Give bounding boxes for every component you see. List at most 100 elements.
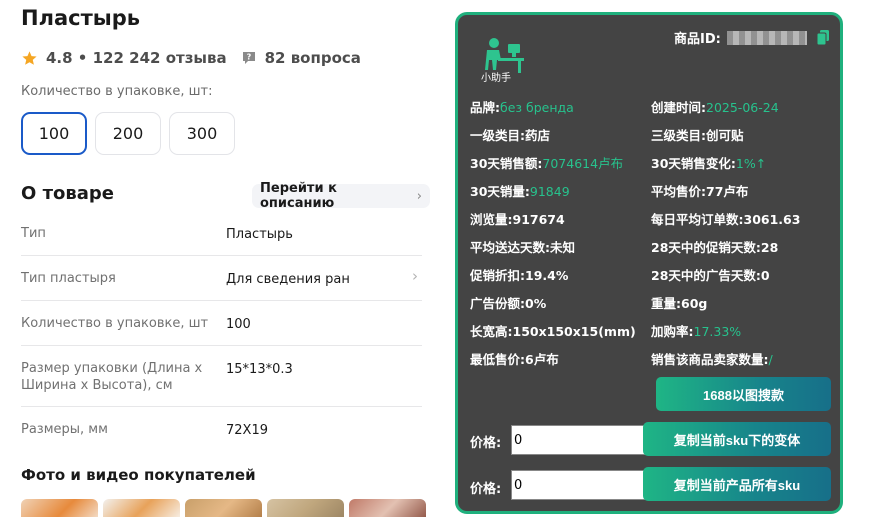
product-info: Пластырь 4.8 • 122 242 отзыва ? 82 вопро… [0, 0, 430, 517]
qty-option-200[interactable]: 200 [95, 112, 161, 155]
price-label-1: 价格: [470, 436, 502, 451]
qty-label: Количество в упаковке, шт: [21, 84, 213, 99]
stat-label: 30天销售额: [470, 156, 543, 171]
stat-label: 28天中的促销天数: [651, 240, 761, 255]
spec-value: 100 [226, 317, 251, 332]
product-id-label: 商品ID: [674, 32, 721, 47]
rating-value: 4.8 [46, 49, 73, 67]
stat-value: 6卢布 [525, 352, 559, 367]
stat-label: 促销折扣: [470, 268, 525, 283]
customer-photos-title: Фото и видео покупателей [21, 466, 256, 484]
stat-value: 150x150x15(mm) [512, 324, 636, 339]
rating-row[interactable]: 4.8 • 122 242 отзыва ? 82 вопроса [21, 48, 361, 68]
stat-label: 30天销量: [470, 184, 530, 199]
product-title: Пластырь [21, 6, 141, 30]
price-input-1[interactable] [511, 425, 646, 455]
stat-sales-change: 30天销售变化:1%↑ [651, 153, 766, 172]
qty-option-100[interactable]: 100 [21, 112, 87, 155]
stat-label: 创建时间: [651, 100, 706, 115]
stat-label: 30天销售变化: [651, 156, 736, 171]
photo-thumbnail[interactable] [103, 499, 180, 517]
spec-key: Тип [21, 226, 46, 241]
stat-label: 长宽高: [470, 324, 513, 339]
stat-value: 2025-06-24 [706, 100, 779, 115]
image-search-1688-button[interactable]: 1688以图搜款 [656, 377, 831, 411]
stat-label: 广告份额: [470, 296, 525, 311]
qty-option-300[interactable]: 300 [169, 112, 235, 155]
copy-icon[interactable] [816, 30, 829, 45]
chevron-right-icon: › [412, 267, 418, 285]
copy-all-sku-button[interactable]: 复制当前产品所有sku [643, 467, 831, 501]
stat-value: 19.4% [525, 268, 569, 283]
stat-label: 加购率: [651, 324, 694, 339]
stat-value: без бренда [500, 100, 574, 115]
stat-value: 3061.63 [743, 212, 801, 227]
spec-table: Тип Пластырь Тип пластыря Для сведения р… [21, 211, 422, 452]
stat-label: 每日平均订单数: [651, 212, 744, 227]
product-id: 商品ID: [674, 28, 829, 47]
qty-selector: 100 200 300 [21, 112, 235, 155]
stat-label: 平均送达天数: [470, 240, 550, 255]
svg-text:?: ? [246, 53, 251, 62]
stat-value: 7074614卢布 [542, 156, 624, 171]
spec-key: Размер упаковки (Длина х Ширина х Высота… [21, 361, 203, 393]
question-bubble-icon: ? [242, 52, 255, 64]
spec-key: Количество в упаковке, шт [21, 316, 209, 331]
stat-promo-discount: 促销折扣:19.4% [470, 265, 568, 284]
stat-dimensions: 长宽高:150x150x15(mm) [470, 321, 636, 340]
chevron-right-icon: › [416, 188, 422, 204]
stat-value: 1%↑ [735, 156, 767, 171]
stat-value: / [768, 352, 773, 367]
rating-separator: • [72, 49, 93, 67]
stat-weight: 重量:60g [651, 293, 707, 312]
stat-value: 91849 [529, 184, 570, 199]
helper-panel: 小助手 商品ID: 品牌:без бренда 创建时间:2025-06-24 … [455, 12, 843, 514]
stat-daily-orders: 每日平均订单数:3061.63 [651, 209, 800, 228]
spec-key: Размеры, мм [21, 422, 108, 437]
spec-row: Размер упаковки (Длина х Ширина х Высота… [21, 346, 422, 407]
stat-value: 药店 [525, 128, 551, 143]
stat-label: 品牌: [470, 100, 500, 115]
stat-label: 最低售价: [470, 352, 525, 367]
spec-key: Тип пластыря [21, 271, 116, 286]
goto-description-button[interactable]: Перейти к описанию › [252, 181, 430, 211]
goto-description-label: Перейти к описанию [260, 181, 337, 211]
spec-row: Количество в упаковке, шт 100 [21, 301, 422, 346]
spec-row: Тип Пластырь [21, 211, 422, 256]
stat-value: 917674 [512, 212, 565, 227]
stat-label: 三级类目: [651, 128, 706, 143]
photo-thumbnail[interactable] [185, 499, 262, 517]
photo-thumbnail[interactable] [21, 499, 98, 517]
stat-created: 创建时间:2025-06-24 [651, 97, 779, 116]
stat-value: 未知 [550, 240, 576, 255]
stat-label: 销售该商品卖家数量: [651, 352, 769, 367]
stat-label: 一级类目: [470, 128, 525, 143]
stat-value: 17.33% [693, 324, 742, 339]
stat-category-1: 一级类目:药店 [470, 125, 550, 144]
stat-value: 0 [760, 268, 770, 283]
spec-value: Для сведения ран [226, 272, 350, 287]
stat-sales-30d: 30天销售额:7074614卢布 [470, 153, 623, 172]
star-icon [22, 50, 37, 65]
copy-sku-variants-button[interactable]: 复制当前sku下的变体 [643, 422, 831, 456]
stat-delivery-days: 平均送达天数:未知 [470, 237, 575, 256]
stat-label: 平均售价: [651, 184, 706, 199]
stat-volume-30d: 30天销量:91849 [470, 181, 570, 200]
about-title: О товаре [21, 183, 114, 204]
stat-min-price: 最低售价:6卢布 [470, 349, 559, 368]
stat-value: 77卢布 [706, 184, 749, 199]
spec-value: 15*13*0.3 [226, 362, 293, 377]
stat-ad-share: 广告份额:0% [470, 293, 546, 312]
photo-thumbnail[interactable] [349, 499, 426, 517]
spec-row: Размеры, мм 72X19 [21, 407, 422, 452]
stat-seller-count: 销售该商品卖家数量:/ [651, 349, 773, 368]
spec-row[interactable]: Тип пластыря Для сведения ран › [21, 256, 422, 301]
reviews-count[interactable]: 122 242 отзыва [93, 49, 227, 67]
photo-thumbnail[interactable] [267, 499, 344, 517]
stat-promo-days: 28天中的促销天数:28 [651, 237, 778, 256]
price-input-2[interactable] [511, 470, 646, 500]
questions-count[interactable]: 82 вопроса [265, 49, 361, 67]
stat-label: 28天中的广告天数: [651, 268, 761, 283]
stat-ad-days: 28天中的广告天数:0 [651, 265, 770, 284]
stat-value: 60g [681, 296, 708, 311]
